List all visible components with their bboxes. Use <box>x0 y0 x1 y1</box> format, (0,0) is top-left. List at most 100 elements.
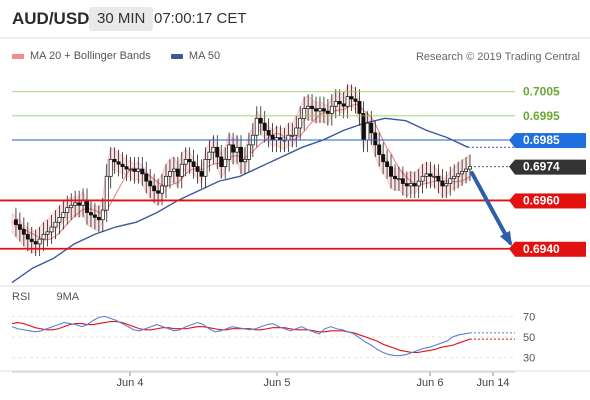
candle <box>432 175 437 178</box>
level-label: 0.6974 <box>523 160 560 174</box>
level-label: 0.6960 <box>523 193 560 207</box>
candle <box>33 241 38 245</box>
candle <box>219 156 224 167</box>
candle <box>195 166 200 172</box>
level-label: 0.6985 <box>523 133 560 147</box>
candle <box>329 105 334 114</box>
candle <box>464 168 469 172</box>
candle <box>266 130 271 136</box>
candle <box>136 168 141 172</box>
candle <box>37 238 42 245</box>
candle <box>164 175 168 187</box>
candle <box>156 190 161 194</box>
candle <box>290 134 295 137</box>
candle <box>385 161 390 167</box>
candle <box>333 101 338 107</box>
candle <box>112 159 117 163</box>
candle <box>404 183 409 187</box>
candle <box>144 173 149 182</box>
candle <box>341 103 346 107</box>
candle <box>270 134 275 141</box>
candle <box>440 180 445 187</box>
candle <box>73 202 78 206</box>
candle <box>373 132 378 146</box>
candle <box>160 185 164 194</box>
candle <box>231 144 236 153</box>
candle <box>349 96 354 100</box>
candle <box>77 202 82 206</box>
candle <box>412 183 417 187</box>
candle <box>171 168 176 172</box>
candle <box>239 146 243 163</box>
x-tick-label: Jun 5 <box>264 377 291 389</box>
candle <box>49 226 54 233</box>
candle <box>187 159 192 163</box>
candle <box>57 217 62 223</box>
candle <box>148 180 153 187</box>
candle <box>262 122 267 131</box>
forecast-arrowhead <box>499 230 512 247</box>
candle <box>365 122 370 141</box>
level-badge-arrow <box>509 133 515 149</box>
rsi-tick: 50 <box>523 332 535 344</box>
x-tick-label: Jun 6 <box>417 377 444 389</box>
candle <box>428 173 433 177</box>
candle <box>246 144 251 160</box>
candle <box>235 146 240 153</box>
x-tick-label: Jun 4 <box>117 377 144 389</box>
candle <box>96 217 101 221</box>
candle <box>120 163 125 167</box>
candle <box>337 101 342 105</box>
candle <box>381 154 386 163</box>
level-badge-arrow <box>509 159 515 175</box>
candle <box>258 117 263 124</box>
candle <box>132 168 137 172</box>
candle <box>321 108 326 112</box>
candle <box>152 185 157 192</box>
candle <box>92 214 97 218</box>
candle <box>448 178 453 184</box>
candle <box>53 221 58 228</box>
candle <box>325 110 330 114</box>
candle <box>314 108 318 112</box>
level-label: 0.6995 <box>523 109 560 123</box>
candle <box>294 127 299 136</box>
candle <box>215 146 220 158</box>
candle <box>45 231 50 235</box>
forecast-arrow <box>470 171 512 245</box>
candle <box>25 233 30 240</box>
rsi-tick: 30 <box>523 353 535 365</box>
candle <box>203 159 208 177</box>
candle <box>140 168 145 175</box>
level-badge-arrow <box>509 193 515 209</box>
price-chart[interactable]: 0.7005 0.6995 0.6985 0.6974 0.6960 0.6940 70 50… <box>0 0 590 400</box>
candle <box>89 212 93 216</box>
candle <box>199 171 204 177</box>
candle <box>286 134 291 141</box>
candle <box>100 209 105 221</box>
candle <box>456 173 461 177</box>
candle <box>310 105 315 110</box>
candle <box>377 144 382 155</box>
candle <box>65 207 70 213</box>
candle <box>104 175 109 211</box>
candle <box>302 108 307 119</box>
candle <box>369 122 374 134</box>
candle <box>116 161 121 165</box>
level-label: 0.6940 <box>523 242 560 256</box>
candle <box>444 183 449 187</box>
candle <box>183 159 188 165</box>
candle <box>298 117 303 129</box>
candle <box>389 166 393 177</box>
candle <box>17 224 22 230</box>
rsi-tick: 70 <box>523 311 535 323</box>
x-tick-label: Jun 14 <box>476 377 509 389</box>
candle <box>345 96 350 107</box>
candle <box>85 200 89 213</box>
candle <box>191 161 196 167</box>
candle <box>61 212 66 218</box>
candle <box>108 159 113 177</box>
candle <box>211 146 216 153</box>
candle <box>227 144 232 160</box>
candle <box>69 204 74 209</box>
